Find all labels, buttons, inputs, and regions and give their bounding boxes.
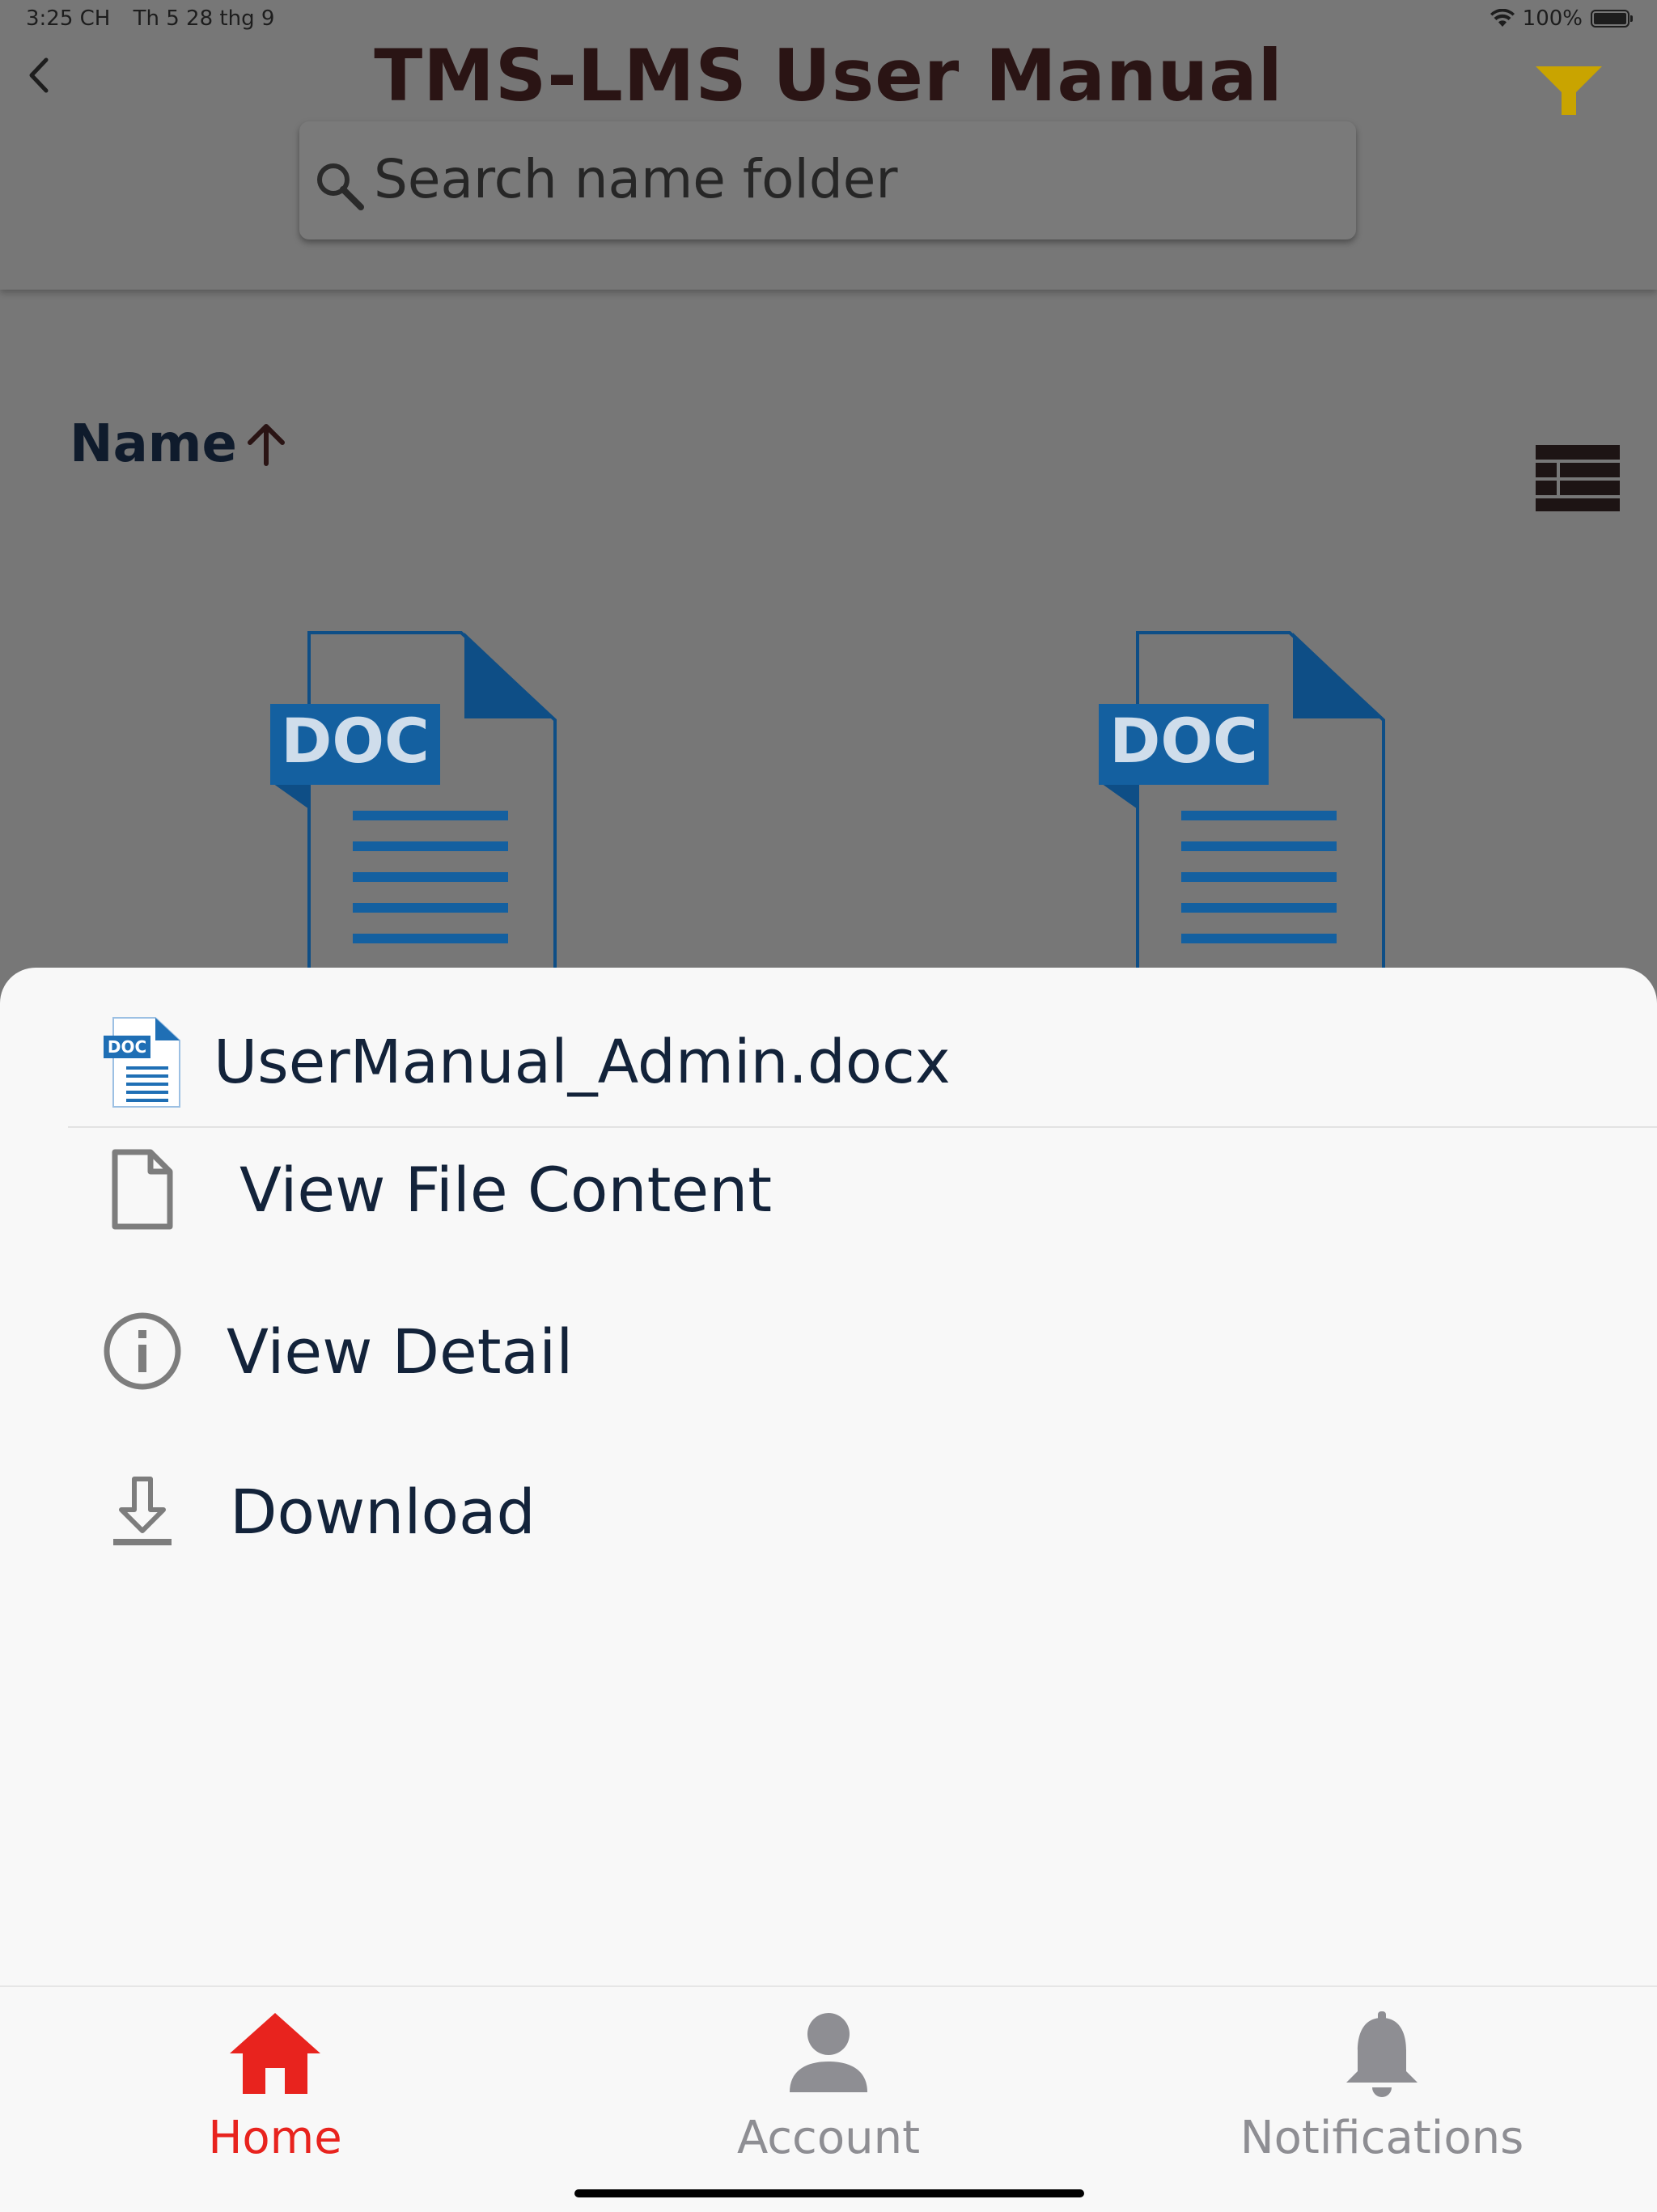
doc-file-icon: DOC [104,1017,180,1108]
battery-icon [1591,10,1633,28]
status-time: 3:25 CH [26,6,111,31]
tab-home[interactable]: Home [113,1987,437,2165]
tab-notifications[interactable]: Notifications [1220,1987,1544,2165]
sort-by-name-button[interactable]: Name [70,414,287,474]
download-icon [100,1469,184,1553]
doc-file-icon: DOC [1099,631,1385,1005]
wifi-icon [1490,9,1515,27]
page-title: TMS-LMS User Manual [374,34,1283,117]
document-thumbnail[interactable]: DOC [1095,631,1387,1005]
view-detail-label: View Detail [227,1315,574,1388]
tab-notifications-label: Notifications [1240,2112,1524,2164]
tab-bar: Home Account Notifications [0,1985,1657,2212]
arrow-up-icon [247,424,285,466]
home-icon [230,2013,320,2094]
document-thumbnail[interactable]: DOC [267,631,558,1005]
person-icon [790,2013,867,2092]
battery-percent: 100% [1522,6,1583,31]
view-file-content-label: View File Content [239,1153,773,1226]
search-bar[interactable] [299,121,1356,239]
sheet-file-name: UserManual_Admin.docx [214,1028,951,1097]
home-indicator [574,2189,1084,2197]
view-detail-button[interactable]: View Detail [68,1286,1605,1416]
doc-badge: DOC [281,705,429,777]
sort-label: Name [70,414,237,474]
status-bar-right: 100% [1490,6,1633,31]
filter-button[interactable] [1534,65,1604,118]
download-label: Download [230,1475,536,1548]
doc-file-icon: DOC [270,631,557,1005]
file-icon [100,1147,184,1231]
search-icon [317,163,364,210]
list-view-toggle[interactable] [1536,445,1620,511]
bell-icon [1346,2011,1418,2097]
doc-badge: DOC [1109,705,1257,777]
sheet-header: DOC UserManual_Admin.docx [0,968,1657,1126]
view-file-content-button[interactable]: View File Content [68,1125,1605,1254]
tab-account[interactable]: Account [667,1987,990,2165]
tab-account-label: Account [736,2112,921,2164]
list-view-icon [1536,445,1620,511]
status-date: Th 5 28 thg 9 [133,6,275,31]
file-badge: DOC [108,1037,146,1057]
info-icon [100,1309,184,1393]
filter-icon [1536,66,1602,115]
status-bar-left: 3:25 CH Th 5 28 thg 9 [26,6,290,31]
download-button[interactable]: Download [68,1447,1605,1576]
tab-home-label: Home [208,2112,342,2164]
search-input[interactable] [372,146,1330,211]
